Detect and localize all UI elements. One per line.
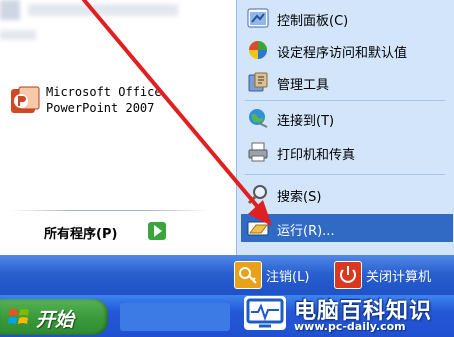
menu-item-label: 管理工具 — [277, 78, 330, 93]
menu-divider — [245, 100, 445, 101]
menu-item-program-access[interactable]: 设定程序访问和默认值 — [245, 36, 449, 64]
logoff-label: 注销(L) — [266, 270, 310, 285]
menu-item-label: 运行(R)... — [277, 224, 335, 239]
menu-item-search[interactable]: 搜索(S) — [245, 180, 449, 208]
pinned-item-powerpoint[interactable]: Microsoft Office PowerPoint 2007 — [6, 79, 232, 121]
power-icon — [334, 261, 362, 289]
logoff-button[interactable]: 注销(L) — [234, 261, 322, 289]
blurred-item — [28, 4, 178, 16]
shutdown-button[interactable]: 关闭计算机 — [334, 261, 452, 289]
menu-item-label: 连接到(T) — [277, 114, 335, 129]
menu-divider — [245, 174, 445, 175]
green-arrow-icon — [148, 222, 166, 240]
powerpoint-icon — [11, 86, 40, 113]
menu-item-run[interactable]: 运行(R)... — [241, 214, 453, 242]
shutdown-label: 关闭计算机 — [366, 270, 432, 285]
printer-fax-icon — [248, 142, 268, 162]
windows-logo-icon — [8, 309, 29, 324]
taskbar-item[interactable] — [120, 303, 230, 331]
start-menu-right-pane: 控制面板(C) 设定程序访问和默认值 管理工具 连接到(T) 打印机和传真 搜索… — [236, 0, 454, 255]
logoff-icon — [234, 261, 262, 289]
connect-to-icon — [249, 109, 268, 128]
run-icon — [247, 221, 269, 236]
search-icon — [247, 185, 267, 205]
menu-item-label: 控制面板(C) — [277, 14, 349, 29]
menu-item-control-panel[interactable]: 控制面板(C) — [245, 4, 449, 32]
menu-item-printers-fax[interactable]: 打印机和传真 — [245, 138, 449, 166]
start-button[interactable]: 开始 — [0, 299, 108, 335]
monitor-logo-icon — [244, 296, 286, 330]
program-access-icon — [249, 41, 267, 59]
menu-item-connect-to[interactable]: 连接到(T) — [245, 104, 449, 132]
menu-item-label: 设定程序访问和默认值 — [277, 46, 408, 61]
blurred-item-icon — [0, 0, 20, 20]
menu-item-label: 搜索(S) — [277, 190, 322, 205]
pinned-item-label: Microsoft Office PowerPoint 2007 — [46, 85, 162, 115]
watermark-url: www.pc-daily.com — [294, 320, 406, 333]
watermark: 电脑百科知识 www.pc-daily.com — [240, 288, 454, 337]
control-panel-icon — [247, 8, 269, 28]
all-programs-button[interactable]: 所有程序(P) — [44, 220, 174, 242]
start-menu-left-pane: Microsoft Office PowerPoint 2007 所有程序(P) — [0, 0, 236, 255]
divider — [10, 210, 210, 211]
menu-item-admin-tools[interactable]: 管理工具 — [245, 68, 449, 96]
menu-item-label: 打印机和传真 — [277, 148, 356, 163]
start-label: 开始 — [36, 309, 75, 331]
all-programs-label: 所有程序(P) — [44, 227, 118, 242]
admin-tools-icon — [248, 72, 268, 92]
blurred-item — [0, 30, 36, 40]
